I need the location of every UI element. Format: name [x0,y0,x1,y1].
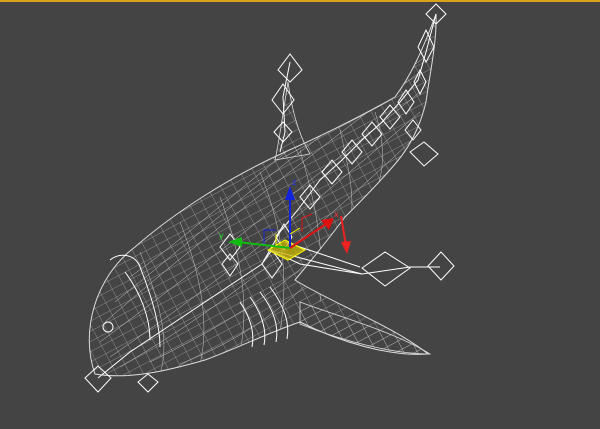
gizmo-x-label: x [334,210,339,219]
pectoral-fin-bone [361,251,411,287]
shark-wireframe-mesh[interactable] [88,13,437,377]
shark-dorsal-fin [274,81,311,161]
dorsal-fin-bone-tip [277,53,303,83]
gizmo-z-label: z [292,178,296,187]
lower-jaw-bone [137,373,159,393]
pectoral-fin-bone-tip [427,251,455,281]
viewport-perspective[interactable]: z y x [0,0,600,429]
second-fin-bone [409,141,439,167]
viewport-scene[interactable]: z y x [0,2,600,429]
local-axis-arrow[interactable] [340,215,347,247]
gizmo-y-label: y [219,231,224,240]
